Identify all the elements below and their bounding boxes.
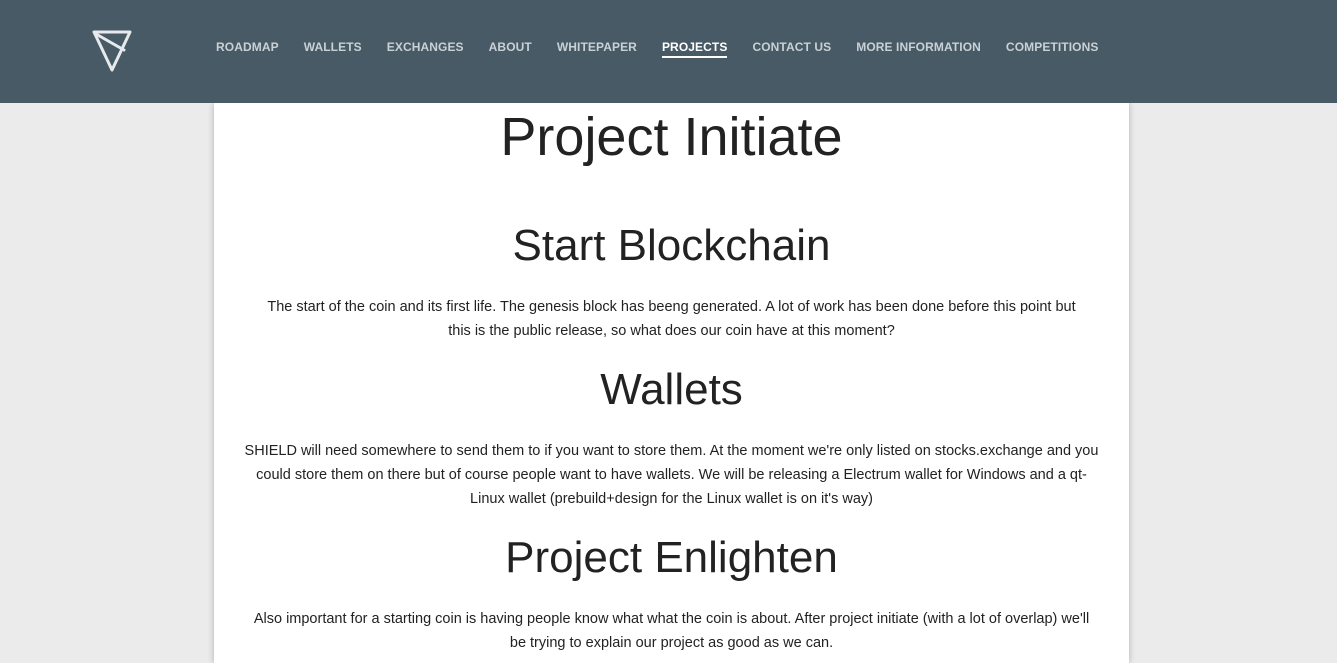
nav-link-whitepaper[interactable]: WHITEPAPER (557, 39, 637, 58)
nav-link-contact-us[interactable]: CONTACT US (752, 39, 831, 58)
nav-link-about[interactable]: ABOUT (489, 39, 532, 58)
section-body-start-blockchain: The start of the coin and its first life… (267, 299, 1076, 339)
nav-link-roadmap[interactable]: ROADMAP (216, 39, 279, 58)
triangle-logo-icon[interactable] (90, 28, 134, 74)
section-heading-project-enlighten: Project Enlighten (505, 533, 838, 582)
nav-link-competitions[interactable]: COMPETITIONS (1006, 39, 1099, 58)
section-body-wallets: SHIELD will need somewhere to send them … (244, 443, 1099, 507)
nav-link-projects[interactable]: PROJECTS (661, 39, 728, 58)
page-title: Project Initiate (500, 107, 843, 167)
content-panel: Project Initiate Start Blockchain The st… (214, 103, 1129, 663)
nav-link-more-information[interactable]: MORE INFORMATION (856, 39, 981, 58)
nav-link-wallets[interactable]: WALLETS (304, 39, 362, 58)
section-body-project-enlighten: Also important for a starting coin is ha… (253, 611, 1090, 651)
section-heading-start-blockchain: Start Blockchain (512, 221, 831, 270)
section-heading-wallets: Wallets (600, 365, 743, 414)
main-nav: ROADMAP WALLETS EXCHANGES ABOUT WHITEPAP… (216, 39, 1123, 58)
nav-link-exchanges[interactable]: EXCHANGES (387, 39, 464, 58)
top-navbar: ROADMAP WALLETS EXCHANGES ABOUT WHITEPAP… (0, 0, 1337, 103)
